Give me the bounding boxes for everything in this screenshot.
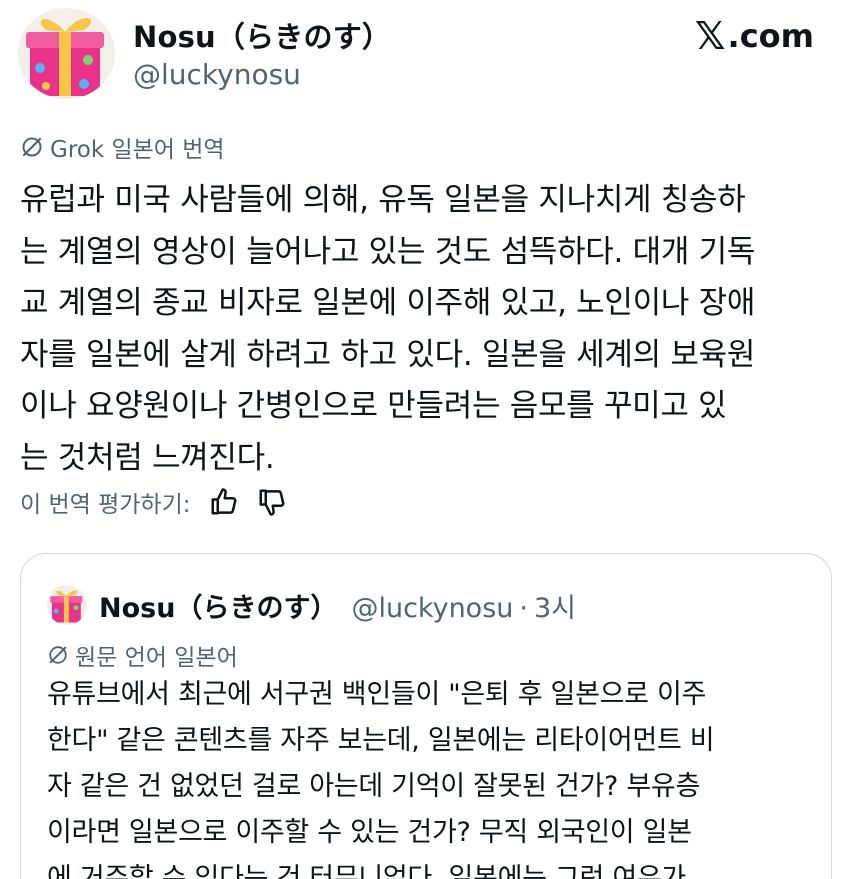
tweet-text-line: 자를 일본에 살게 하려고 하고 있다. 일본을 세계의 보육원 [20,336,756,373]
tweet-text-line: 교 계열의 종교 비자로 일본에 이주해 있고, 노인이나 장애 [20,285,756,321]
brand-domain: .com [727,17,814,55]
author-handle[interactable]: @luckynosu [133,58,301,91]
quoted-tweet-text: 유튜브에서 최근에 서구권 백인들이 "은퇴 후 일본으로 이주 한다" 같은 … [47,672,827,879]
quoted-author-handle[interactable]: @luckynosu [351,593,513,624]
thumbs-up-icon [211,488,236,515]
translation-label-text: Grok 일본어 번역 [50,137,225,163]
grok-icon [49,646,67,664]
rate-translation-label: 이 번역 평가하기: [20,492,191,518]
thumbs-down-icon [259,489,284,516]
gift-box-avatar-icon [47,586,87,624]
quoted-tweet-header: Nosu（らきのす） @luckynosu · 3시 [99,586,576,625]
rate-translation-row: 이 번역 평가하기: [20,485,287,519]
tweet-text-line: 는 것처럼 느껴진다. [20,439,275,476]
tweet-text-line: 유럽과 미국 사람들에 의해, 유독 일본을 지나치게 칭송하 [20,182,746,218]
quoted-tweet-timestamp[interactable]: 3시 [534,586,576,625]
quoted-author-display-name[interactable]: Nosu（らきのす） [99,586,337,625]
thumbs-up-button[interactable] [209,487,239,517]
author-display-name[interactable]: Nosu（らきのす） [133,14,391,56]
tweet-text-line: 이나 요양원이나 간병인으로 만들려는 음모를 꾸미고 있 [20,388,727,424]
quoted-author-avatar[interactable] [47,585,87,625]
translated-tweet-text: 유럽과 미국 사람들에 의해, 유독 일본을 지나치게 칭송하 는 계열의 영상… [20,175,835,484]
gift-box-avatar-icon [18,8,115,99]
thumbs-down-button[interactable] [257,487,287,517]
grok-translation-label: Grok 일본어 번역 [20,130,225,164]
x-logo-icon: 𝕏 [694,14,726,58]
quoted-text-line: 유튜브에서 최근에 서구권 백인들이 "은퇴 후 일본으로 이주 [47,679,707,710]
tweet-text-line: 는 계열의 영상이 늘어나고 있는 것도 섬뜩하다. 대개 기독 [20,233,756,270]
author-avatar[interactable] [18,8,115,99]
grok-icon [22,137,42,157]
quoted-text-line: 에 거주할 수 있다는 건 터무니없다. 일본에는 그런 여유가... [47,863,711,879]
x-brand-logo: 𝕏 .com [695,14,814,58]
quoted-text-line: 자 같은 건 없었던 걸로 아는데 기억이 잘못된 건가? 부유층 [47,771,700,802]
quoted-text-line: 한다" 같은 콘텐츠를 자주 보는데, 일본에는 리타이어먼트 비 [47,725,715,756]
original-language-text: 원문 언어 일본어 [75,645,238,671]
quoted-text-line: 이라면 일본으로 이주할 수 있는 건가? 무직 외국인이 일본 [47,817,692,848]
original-language-label: 원문 언어 일본어 [47,638,238,672]
header-separator: · [519,593,528,624]
quoted-tweet-card[interactable]: Nosu（らきのす） @luckynosu · 3시 원문 언어 일본어 유튜브… [20,553,832,879]
